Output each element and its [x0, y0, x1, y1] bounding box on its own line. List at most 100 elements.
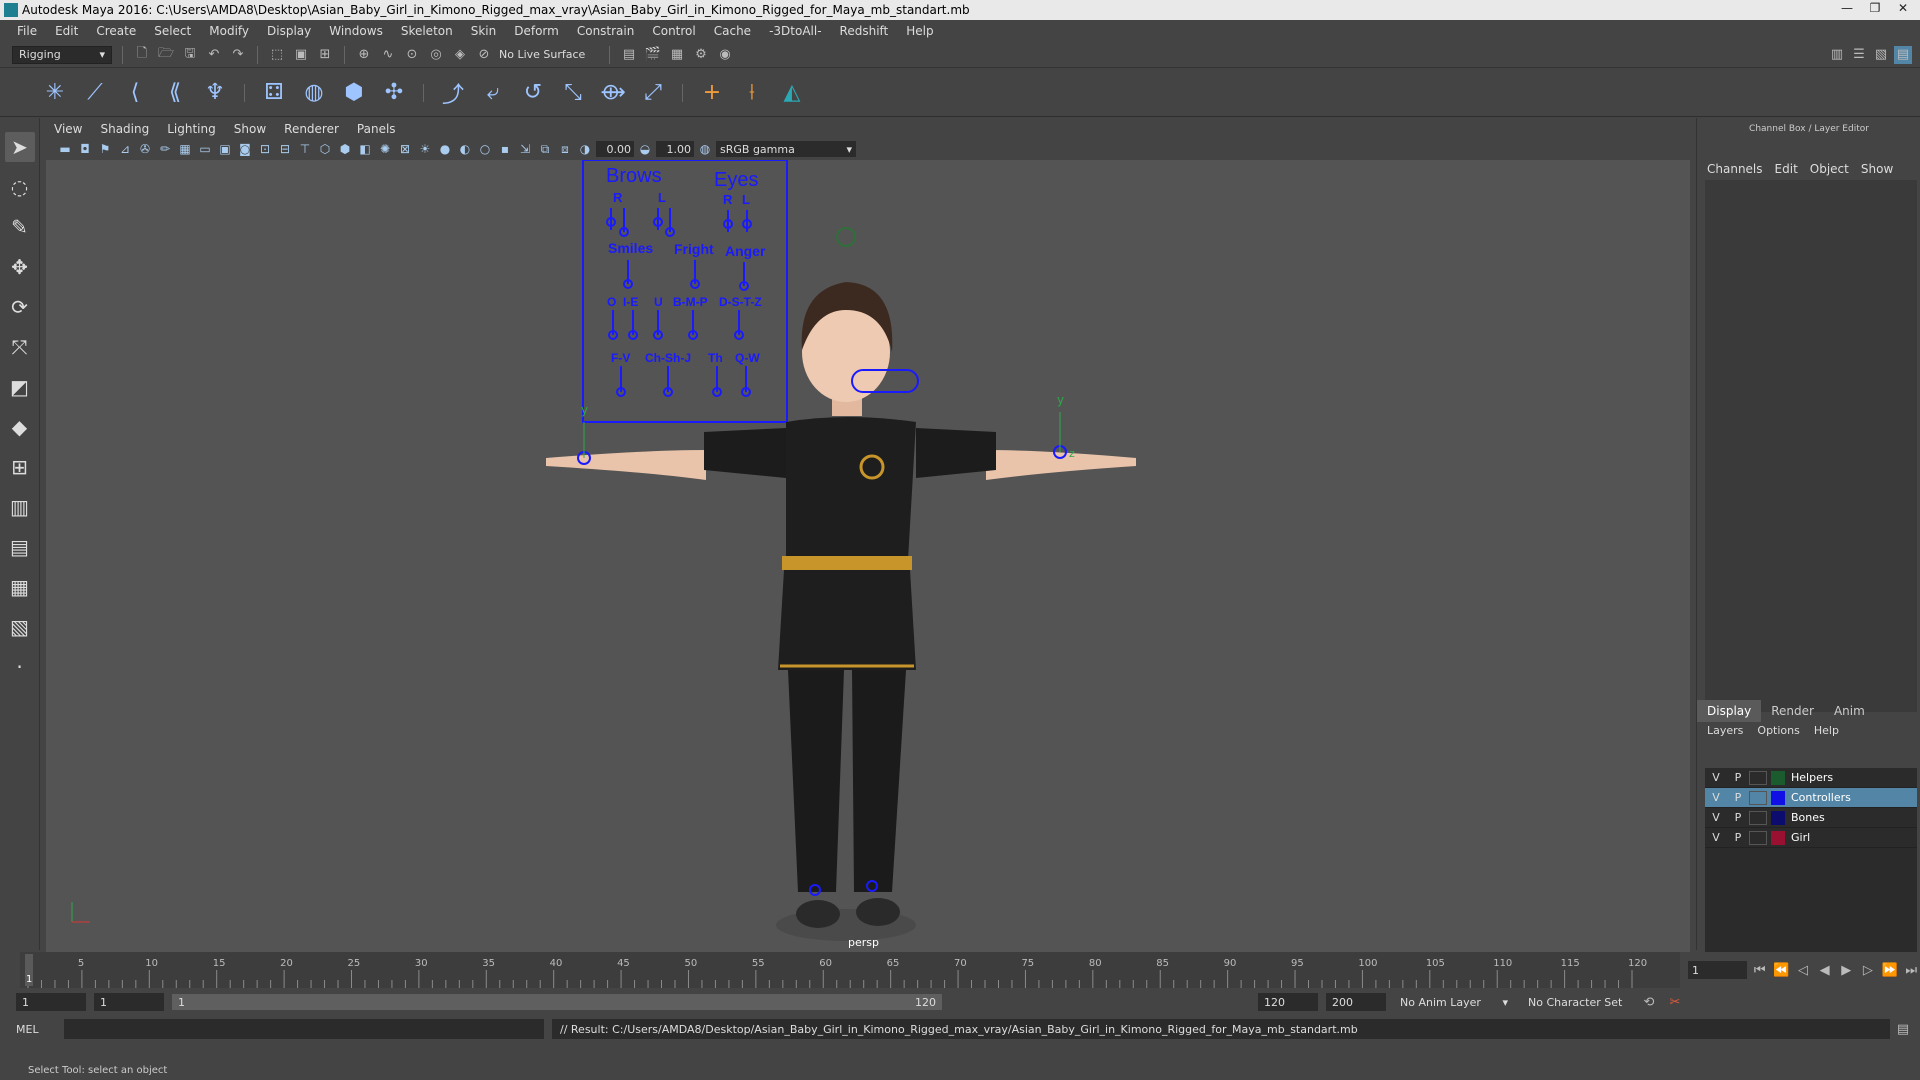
color-management-icon[interactable]: ◍	[696, 140, 714, 158]
emotion-sliders[interactable]	[623, 260, 749, 291]
outliner-view-icon[interactable]: ▤	[5, 532, 35, 562]
visibility-toggle[interactable]: V	[1705, 771, 1727, 784]
visibility-toggle[interactable]: V	[1705, 811, 1727, 824]
menuset-dropdown[interactable]: Rigging ▾	[12, 45, 112, 64]
menu-modify[interactable]: Modify	[200, 24, 258, 38]
open-scene-icon[interactable]: 🗁	[157, 46, 175, 64]
menu-display[interactable]: Display	[258, 24, 320, 38]
select-hierarchy-icon[interactable]: ⬚	[268, 46, 286, 64]
smooth-shade-icon[interactable]: ⬢	[336, 140, 354, 158]
menu-create[interactable]: Create	[87, 24, 145, 38]
modeling-toolkit-icon[interactable]: ▥	[1828, 46, 1846, 64]
safe-action-icon[interactable]: ⊟	[276, 140, 294, 158]
channel-box-icon[interactable]: ▤	[1894, 45, 1912, 64]
four-view-icon[interactable]: ⊞	[5, 452, 35, 482]
select-component-icon[interactable]: ⊞	[316, 46, 334, 64]
go-to-start-icon[interactable]: ⏮	[1751, 961, 1769, 979]
visibility-toggle[interactable]: V	[1705, 831, 1727, 844]
redo-icon[interactable]: ↷	[229, 46, 247, 64]
step-forward-key-icon[interactable]: ⏩	[1881, 961, 1899, 979]
display-type-toggle[interactable]	[1749, 810, 1767, 825]
motion-blur-icon[interactable]: ◐	[456, 140, 474, 158]
minimize-icon[interactable]: —	[1834, 0, 1860, 16]
gamma-icon[interactable]: ◒	[636, 140, 654, 158]
locator-joint-icon[interactable]: ⟊	[737, 78, 767, 108]
snap-grid-icon[interactable]: ⊕	[355, 46, 373, 64]
depth-of-field-icon[interactable]: ▪	[496, 140, 514, 158]
move-tool-icon[interactable]: ✥	[5, 252, 35, 282]
shadows-icon[interactable]: ☀	[416, 140, 434, 158]
playback-start-field[interactable]: 1	[94, 993, 164, 1011]
select-tool-icon[interactable]: ➤	[4, 132, 35, 162]
brow-eye-sliders[interactable]	[606, 208, 752, 237]
bind-skin-icon[interactable]: ⚃	[259, 78, 289, 108]
display-type-toggle[interactable]	[1749, 770, 1767, 785]
smooth-bind-icon[interactable]: ◍	[299, 78, 329, 108]
playback-end-field[interactable]: 120	[1258, 993, 1318, 1011]
ik-handle-icon[interactable]: ⟋	[80, 78, 110, 108]
camera-lock-icon[interactable]: ◘	[76, 140, 94, 158]
tab-render[interactable]: Render	[1761, 700, 1824, 722]
aim-constraint-icon[interactable]: ⟴	[598, 78, 628, 108]
step-back-frame-icon[interactable]: ◁	[1794, 961, 1812, 979]
head-top-control[interactable]	[836, 227, 856, 247]
menu-3dtoall[interactable]: -3DtoAll-	[760, 24, 830, 38]
select-object-icon[interactable]: ▣	[292, 46, 310, 64]
script-language-label[interactable]: MEL	[16, 1023, 56, 1036]
locator-icon[interactable]: +	[697, 78, 727, 108]
viewport-scene[interactable]: Brows Eyes R L R L Smiles Fright Anger O…	[46, 160, 1690, 952]
textured-icon[interactable]: ◧	[356, 140, 374, 158]
render-settings-icon[interactable]: ⚙	[692, 46, 710, 64]
new-scene-icon[interactable]: 🗋	[133, 46, 151, 64]
play-backwards-icon[interactable]: ◀	[1816, 961, 1834, 979]
render-frame-icon[interactable]: 🎬	[644, 46, 662, 64]
lights-icon[interactable]: ✺	[376, 140, 394, 158]
layer-color-swatch[interactable]	[1771, 790, 1785, 805]
menu-skin[interactable]: Skin	[462, 24, 506, 38]
lasso-tool-icon[interactable]: ◌	[5, 172, 35, 202]
last-tool-icon[interactable]: ◩	[5, 372, 35, 402]
maximize-icon[interactable]: ❐	[1862, 0, 1888, 16]
exposure-icon[interactable]: ◑	[576, 140, 594, 158]
parent-constraint-icon[interactable]: ⤴	[438, 78, 468, 108]
command-input[interactable]	[64, 1019, 544, 1039]
grid-icon[interactable]: ▦	[176, 140, 194, 158]
snap-surface-icon[interactable]: ◈	[451, 46, 469, 64]
object-menu[interactable]: Object	[1810, 162, 1849, 176]
render-view-icon[interactable]: ▤	[620, 46, 638, 64]
script-editor-icon[interactable]: ▤	[1894, 1020, 1912, 1038]
pole-vector-icon[interactable]: ⤢	[638, 78, 668, 108]
tab-anim[interactable]: Anim	[1824, 700, 1875, 722]
humanik-icon[interactable]: ♆	[200, 78, 230, 108]
play-forwards-icon[interactable]: ▶	[1837, 961, 1855, 979]
graph-view-icon[interactable]: ▦	[5, 572, 35, 602]
viewport-menu-lighting[interactable]: Lighting	[159, 122, 224, 136]
save-scene-icon[interactable]: 🖫	[181, 46, 199, 64]
isolate-select-icon[interactable]: ⇲	[516, 140, 534, 158]
scale-constraint-icon[interactable]: ⤡	[558, 78, 588, 108]
resolution-gate-icon[interactable]: ▣	[216, 140, 234, 158]
xray-joints-icon[interactable]: ⧉	[536, 140, 554, 158]
snap-point-icon[interactable]: ⊙	[403, 46, 421, 64]
layer-row-controllers[interactable]: V P Controllers	[1705, 788, 1917, 808]
channel-box-area[interactable]	[1705, 180, 1917, 712]
viewport-menu-panels[interactable]: Panels	[349, 122, 404, 136]
anti-alias-icon[interactable]: ○	[476, 140, 494, 158]
close-icon[interactable]: ✕	[1890, 0, 1916, 16]
menu-skeleton[interactable]: Skeleton	[392, 24, 462, 38]
menu-control[interactable]: Control	[643, 24, 704, 38]
visibility-toggle[interactable]: V	[1705, 791, 1727, 804]
view-transform-dropdown[interactable]: sRGB gamma ▾	[716, 141, 856, 157]
tab-display[interactable]: Display	[1697, 700, 1762, 722]
xray-active-icon[interactable]: ⧈	[556, 140, 574, 158]
step-forward-frame-icon[interactable]: ▷	[1859, 961, 1877, 979]
layer-color-swatch[interactable]	[1771, 770, 1785, 785]
ipr-render-icon[interactable]: ▦	[668, 46, 686, 64]
rotate-tool-icon[interactable]: ⟳	[5, 292, 35, 322]
live-surface-label[interactable]: No Live Surface	[499, 48, 599, 61]
field-chart-icon[interactable]: ⊡	[256, 140, 274, 158]
playback-toggle[interactable]: P	[1727, 791, 1749, 804]
help-menu[interactable]: Help	[1814, 724, 1839, 737]
hypershade-icon[interactable]: ◉	[716, 46, 734, 64]
playback-toggle[interactable]: P	[1727, 831, 1749, 844]
